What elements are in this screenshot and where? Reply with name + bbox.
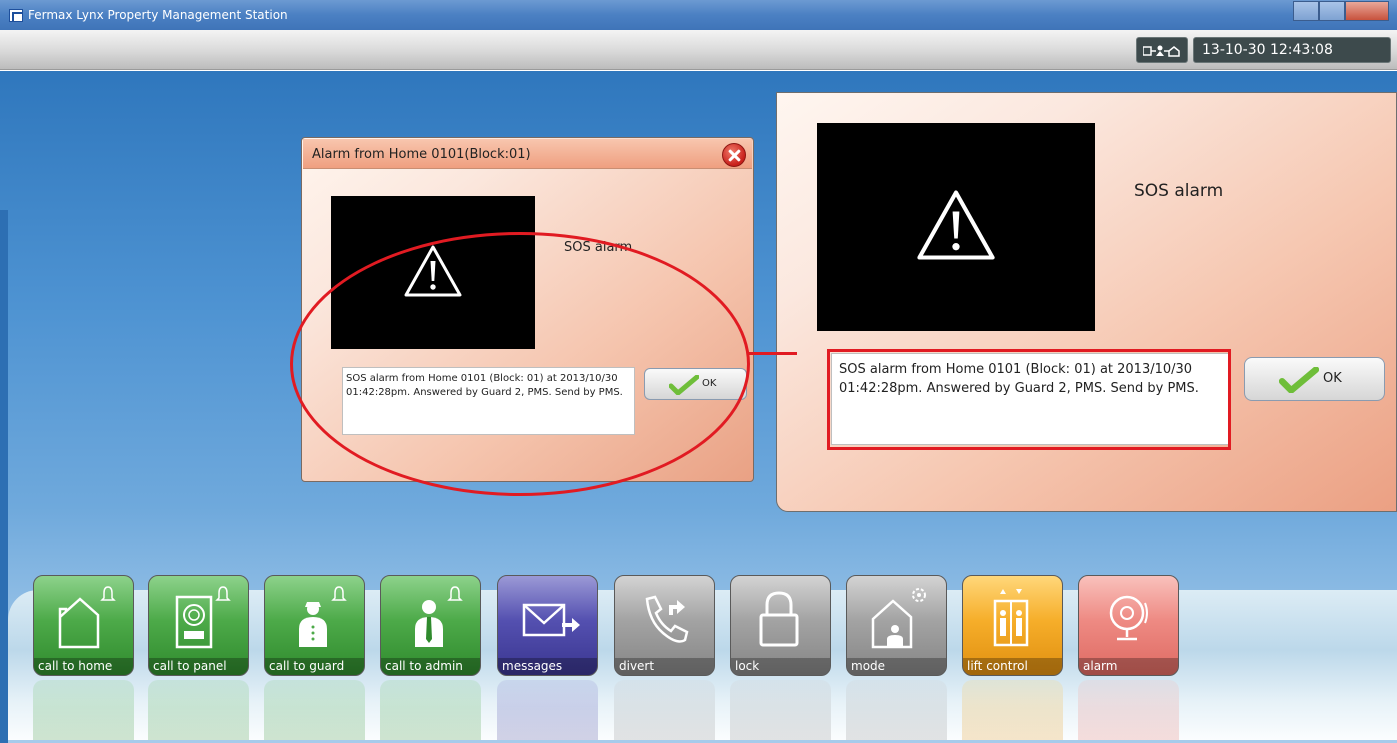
tile-label: messages	[498, 658, 597, 675]
camera-view-zoomed	[817, 123, 1095, 331]
mode-button[interactable]: mode	[846, 575, 947, 676]
tile-label: call to home	[34, 658, 133, 675]
elevator-icon	[993, 589, 1029, 647]
ok-button-label: OK	[1323, 371, 1342, 386]
tile-reflection	[497, 680, 598, 740]
messages-button[interactable]: messages	[497, 575, 598, 676]
tile-reflection	[846, 680, 947, 740]
tile-reflection	[614, 680, 715, 740]
alarm-button[interactable]: alarm	[1078, 575, 1179, 676]
divert-button[interactable]: divert	[614, 575, 715, 676]
alarm-bell-icon	[1109, 595, 1148, 641]
ok-button-zoomed[interactable]: OK	[1244, 357, 1385, 401]
guard-bell-icon	[299, 586, 347, 647]
dialog-titlebar: Alarm from Home 0101(Block:01)	[303, 139, 752, 169]
tile-label: call to admin	[381, 658, 480, 675]
tile-label: mode	[847, 658, 946, 675]
dialog-close-icon[interactable]	[722, 143, 746, 167]
tile-label: call to guard	[265, 658, 364, 675]
network-status-icon	[1136, 37, 1188, 63]
tile-reflection	[1078, 680, 1179, 740]
highlight-ellipse	[290, 232, 750, 496]
window-close-button[interactable]	[1345, 1, 1389, 21]
lift-control-button[interactable]: lift control	[962, 575, 1063, 676]
dialog-title: Alarm from Home 0101(Block:01)	[312, 147, 531, 162]
house-gear-icon	[871, 588, 926, 649]
highlight-connector	[749, 352, 797, 355]
lock-button[interactable]: lock	[730, 575, 831, 676]
alarm-type-label-zoomed: SOS alarm	[1134, 181, 1224, 201]
tile-label: divert	[615, 658, 714, 675]
padlock-icon	[759, 591, 799, 647]
warning-icon	[917, 190, 995, 260]
tile-reflection	[148, 680, 249, 740]
call-to-home-button[interactable]: call to home	[33, 575, 134, 676]
envelope-icon	[522, 603, 580, 637]
tile-label: alarm	[1079, 658, 1178, 675]
checkmark-icon	[1279, 367, 1319, 393]
tile-reflection	[730, 680, 831, 740]
tile-reflection	[380, 680, 481, 740]
window-titlebar: Fermax Lynx Property Management Station	[0, 0, 1397, 30]
admin-bell-icon	[415, 586, 463, 647]
tile-label: lift control	[963, 658, 1062, 675]
datetime-display: 13-10-30 12:43:08	[1193, 37, 1391, 63]
tile-label: call to panel	[149, 658, 248, 675]
top-toolbar: 13-10-30 12:43:08	[0, 30, 1397, 70]
call-to-panel-button[interactable]: call to panel	[148, 575, 249, 676]
call-to-guard-button[interactable]: call to guard	[264, 575, 365, 676]
phone-divert-icon	[645, 595, 689, 643]
left-edge	[0, 210, 8, 743]
panel-bell-icon	[175, 586, 231, 649]
window-controls	[1293, 1, 1389, 22]
window-title: Fermax Lynx Property Management Station	[28, 8, 288, 22]
tile-reflection	[264, 680, 365, 740]
highlight-rectangle	[827, 349, 1231, 450]
tile-reflection	[33, 680, 134, 740]
app-icon	[9, 9, 23, 22]
tile-label: lock	[731, 658, 830, 675]
maximize-button[interactable]	[1319, 1, 1345, 21]
house-bell-icon	[58, 586, 116, 649]
minimize-button[interactable]	[1293, 1, 1319, 21]
call-to-admin-button[interactable]: call to admin	[380, 575, 481, 676]
tile-reflection	[962, 680, 1063, 740]
